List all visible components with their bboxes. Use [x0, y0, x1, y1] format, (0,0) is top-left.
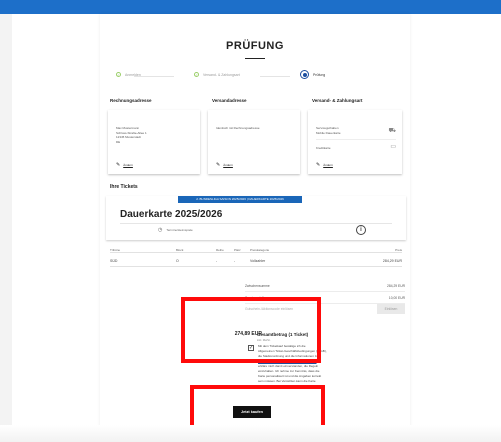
left-background-strip	[0, 14, 12, 442]
step-shipping-payment[interactable]: ✓ Versand- & Zahlungsart	[194, 72, 240, 77]
credit-card-icon: ▭	[390, 144, 396, 150]
table-header: Tribüne Block Reihe Platz Preiskategorie…	[110, 244, 402, 253]
divider	[316, 139, 396, 140]
shipping-address: Identisch mit Rechnungsadresse	[216, 126, 260, 130]
subtotal-row: Zwischensumme 284,29 EUR	[245, 280, 405, 292]
edit-payment-link[interactable]: ✎ Ändern	[316, 162, 333, 168]
edit-shipping-link[interactable]: ✎ Ändern	[216, 162, 233, 168]
tickets-heading: Ihre Tickets	[110, 184, 138, 190]
highlight-box-total	[181, 297, 321, 363]
checkout-page: PRÜFUNG ✓ Anmelden ✓ Versand- & Zahlungs…	[100, 14, 410, 442]
billing-heading: Rechnungsadresse	[110, 98, 152, 103]
league-tag: 2. BUNDESLIGA SAISON 2025/2026 | DAUERKA…	[178, 196, 302, 203]
payment-method: Kreditkarte	[316, 146, 331, 150]
step-label: Prüfung	[313, 72, 326, 77]
ticket-name: Dauerkarte 2025/2026	[120, 209, 223, 220]
redeem-button[interactable]: Einlösen	[377, 304, 405, 314]
title-underline	[245, 58, 265, 59]
step-connector	[260, 76, 290, 77]
billing-address: Max Mustermann Schloss-Straße-Allee 1 12…	[116, 126, 147, 144]
step-login[interactable]: ✓ Anmelden	[116, 72, 141, 77]
edit-billing-link[interactable]: ✎ Ändern	[116, 162, 133, 168]
shipping-card: Identisch mit Rechnungsadresse ✎ Ändern	[208, 110, 300, 174]
shipping-method: Serviceguthaben Mobile Dauerkarte	[316, 126, 341, 135]
check-icon: ✓	[116, 72, 121, 77]
ticket-dates[interactable]: ◷ Termine/Heimspiele	[158, 227, 193, 233]
page-title: PRÜFUNG	[226, 40, 284, 52]
divider	[120, 223, 392, 224]
checkout-steps: ✓ Anmelden ✓ Versand- & Zahlungsart Prüf…	[110, 70, 400, 82]
step-review: Prüfung	[300, 70, 325, 79]
table-row: SÜD O - - Vollzahler 284,29 EUR	[110, 253, 402, 267]
pencil-icon: ✎	[316, 162, 321, 168]
top-brand-bar	[0, 0, 501, 14]
bottom-shade	[0, 425, 501, 442]
check-icon: ✓	[194, 72, 199, 77]
pencil-icon: ✎	[116, 162, 121, 168]
ticket-table: Tribüne Block Reihe Platz Preiskategorie…	[110, 244, 402, 267]
shipping-heading: Versandadresse	[212, 98, 247, 103]
clock-icon: ◷	[158, 227, 163, 233]
pencil-icon: ✎	[216, 162, 221, 168]
ticket-card: 2. BUNDESLIGA SAISON 2025/2026 | DAUERKA…	[106, 196, 406, 240]
truck-icon: ⛟	[388, 128, 396, 134]
step-label: Anmelden	[125, 72, 141, 77]
step-label: Versand- & Zahlungsart	[203, 72, 240, 77]
billing-card: Max Mustermann Schloss-Straße-Allee 1 12…	[108, 110, 200, 174]
info-icon[interactable]: i	[356, 225, 366, 235]
active-step-icon	[300, 70, 309, 79]
payment-card: Serviceguthaben Mobile Dauerkarte ⛟ Kred…	[308, 110, 402, 174]
payment-heading: Versand- & Zahlungsart	[312, 98, 363, 103]
